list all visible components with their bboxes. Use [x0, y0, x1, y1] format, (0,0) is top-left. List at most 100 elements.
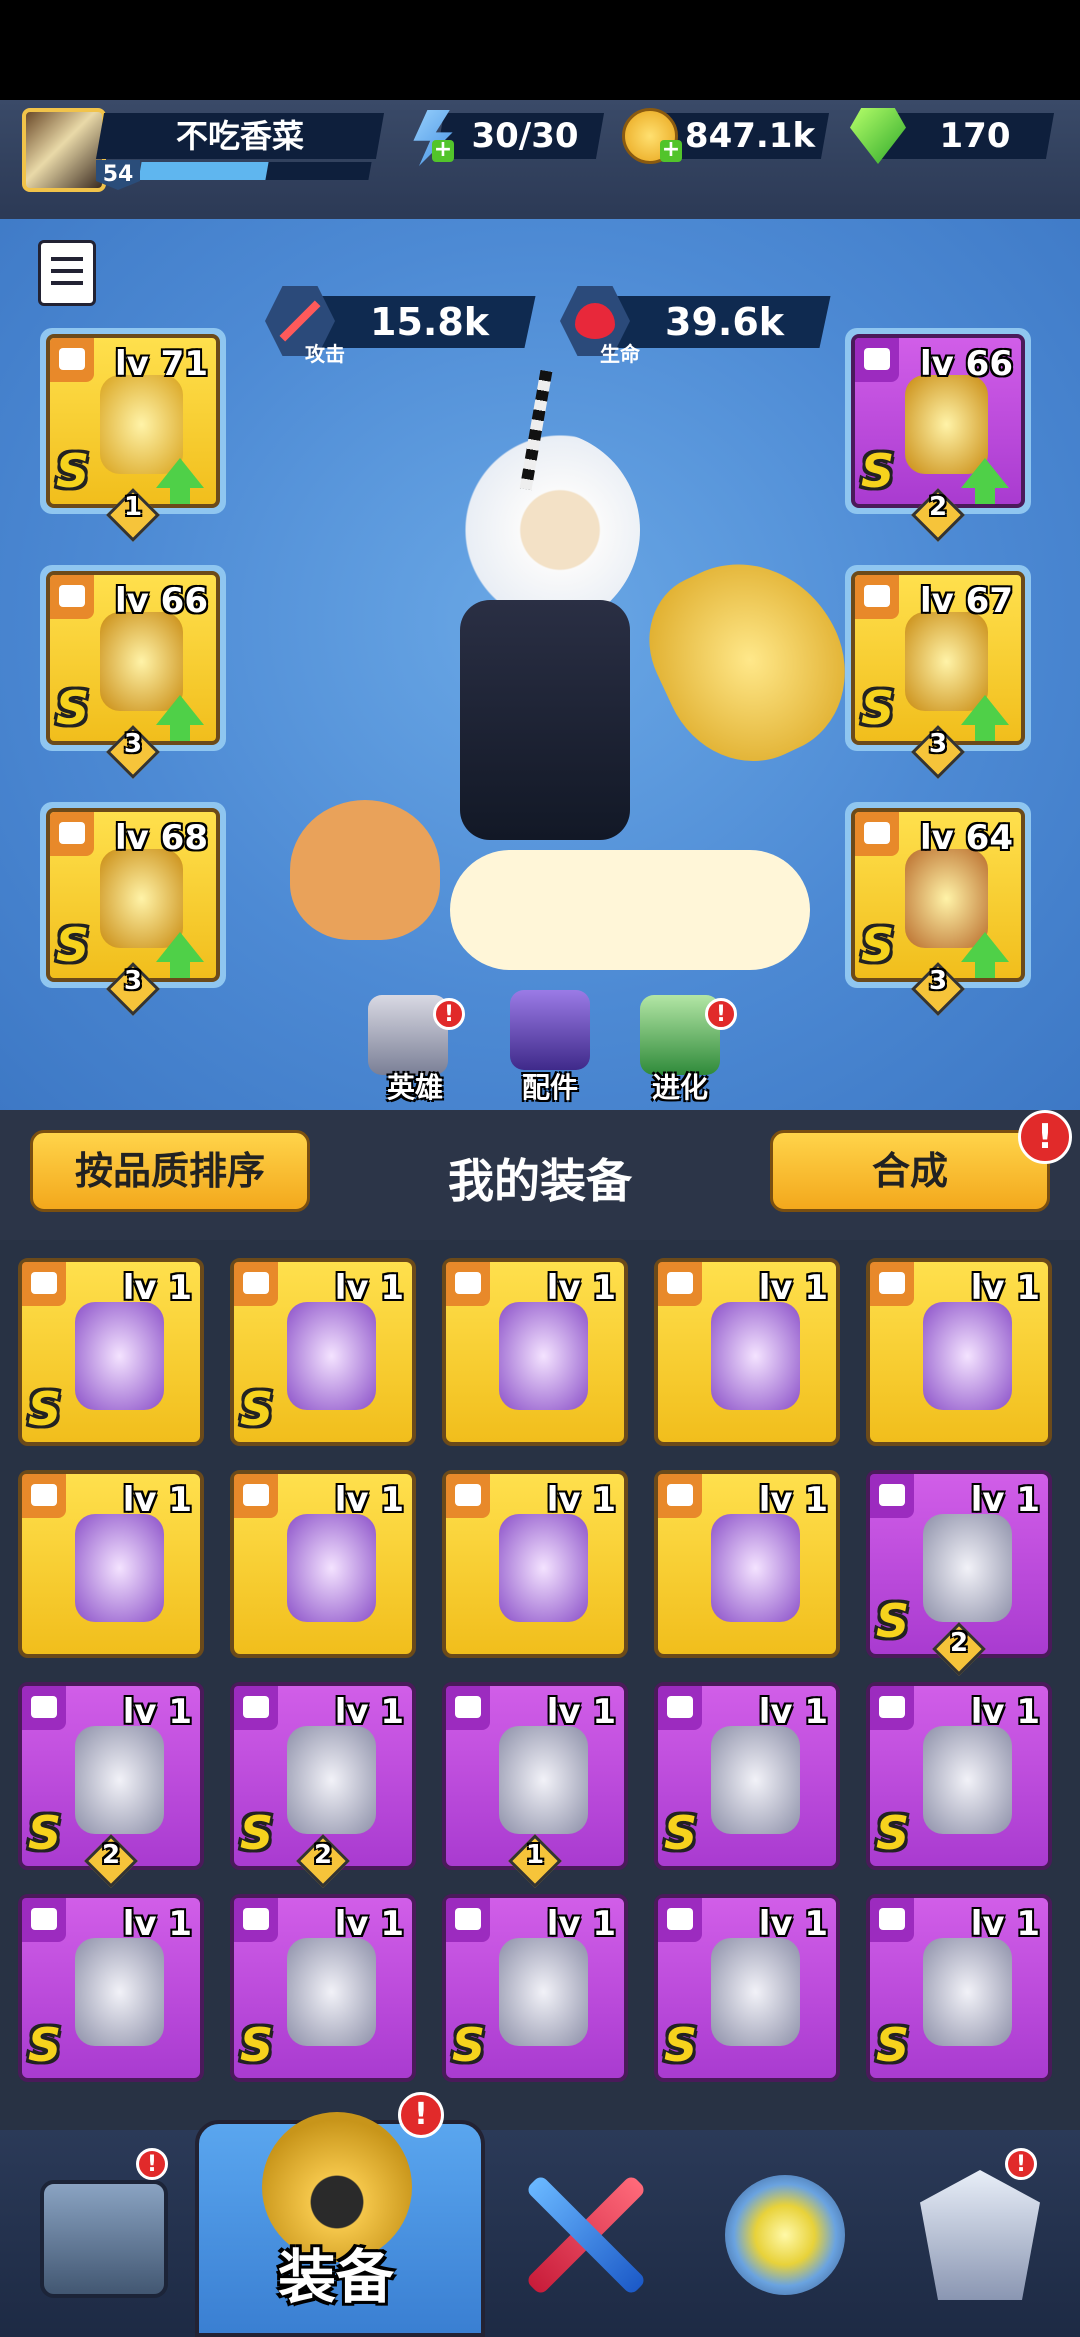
item-level: lv 1	[970, 1692, 1040, 1732]
inventory-item[interactable]: lv 1 1	[442, 1682, 628, 1888]
accessory-tab-icon[interactable]	[510, 990, 590, 1070]
inventory-item[interactable]: lv 1 S	[866, 1894, 1052, 2082]
upgrade-arrow-stem	[170, 721, 190, 741]
item-level: lv 1	[546, 1480, 616, 1520]
nav-equipment-label: 装备	[278, 2243, 395, 2311]
inventory-item[interactable]: lv 1 S	[654, 1894, 840, 2082]
belt-icon	[658, 1474, 702, 1518]
inventory-item[interactable]: lv 1	[442, 1470, 628, 1658]
inventory-item[interactable]: lv 1 S 2	[230, 1682, 416, 1888]
item-level: lv 66	[115, 581, 208, 621]
belt-icon	[234, 1686, 278, 1730]
inventory-item[interactable]: lv 1 S	[654, 1682, 840, 1870]
item-level: lv 66	[920, 344, 1013, 384]
evolve-tab-alert-icon: !	[705, 998, 737, 1030]
hero-tab-label[interactable]: 英雄	[355, 1066, 475, 1106]
item-level: lv 67	[920, 581, 1013, 621]
weapon-icon	[234, 1898, 278, 1942]
hero-tab-alert-icon: !	[433, 998, 465, 1030]
inventory-item[interactable]: lv 1 S	[866, 1682, 1052, 1870]
equip-slot-belt[interactable]: lv 67 S 3	[845, 565, 1031, 779]
helmet-icon	[22, 1686, 66, 1730]
belt-icon	[870, 1898, 914, 1942]
sort-by-quality-button[interactable]: 按品质排序	[30, 1130, 310, 1212]
helmet-icon	[234, 1474, 278, 1518]
item-art	[499, 1301, 589, 1410]
weapon-icon	[50, 338, 94, 382]
item-stars: 2	[928, 492, 948, 522]
slot-frame: lv 67 S	[851, 571, 1025, 745]
treasure-chest-icon[interactable]	[25, 2150, 205, 2330]
item-level: lv 1	[122, 1268, 192, 1308]
item-art	[711, 1937, 801, 2046]
item-level: lv 71	[115, 344, 208, 384]
pet-dog-art	[290, 800, 440, 940]
item-art	[923, 1937, 1013, 2046]
life-label: 生命	[600, 342, 640, 366]
item-grade: S	[664, 2018, 698, 2072]
rank-alert-icon: !	[1005, 2148, 1037, 2180]
weapon-icon	[870, 1262, 914, 1306]
inventory-item[interactable]: lv 1	[18, 1470, 204, 1658]
inventory-item[interactable]: lv 1 S	[18, 1894, 204, 2082]
inventory-item[interactable]: lv 1	[442, 1258, 628, 1446]
item-grade: S	[861, 444, 895, 498]
player-avatar[interactable]	[22, 108, 106, 192]
belt-icon	[855, 575, 899, 619]
item-art	[923, 1725, 1013, 1834]
slot-frame: lv 66 S	[46, 571, 220, 745]
inventory-item[interactable]: lv 1 S	[230, 1894, 416, 2082]
inventory-item[interactable]: lv 1	[654, 1258, 840, 1446]
item-art	[711, 1513, 801, 1622]
slot-frame: lv 68 S	[46, 808, 220, 982]
item-stars: 2	[101, 1840, 121, 1870]
evolve-tab-label[interactable]: 进化	[620, 1066, 740, 1106]
attack-value: 15.8k	[370, 300, 490, 344]
item-art	[75, 1513, 165, 1622]
inventory-grid: lv 1 Slv 1 Slv 1 lv 1 lv 1 lv 1 lv 1 lv 1 lv 1 lv…	[0, 1240, 1080, 2130]
combine-button[interactable]: 合成	[770, 1130, 1050, 1212]
crossed-swords-icon[interactable]	[495, 2150, 675, 2330]
equip-slot-boots[interactable]: lv 64 S 3	[845, 802, 1031, 1016]
weapon-icon	[870, 1686, 914, 1730]
clipboard-icon[interactable]	[38, 240, 96, 306]
equip-slot-helmet[interactable]: lv 66 S 3	[40, 565, 226, 779]
gold-value: 847.1k	[684, 116, 816, 156]
inventory-item[interactable]: lv 1 S	[230, 1258, 416, 1446]
inventory-item[interactable]: lv 1 S	[442, 1894, 628, 2082]
inventory-item[interactable]: lv 1	[654, 1470, 840, 1658]
item-art	[499, 1937, 589, 2046]
item-art	[75, 1937, 165, 2046]
item-level: lv 1	[122, 1692, 192, 1732]
item-art	[499, 1513, 589, 1622]
item-grade: S	[28, 1382, 62, 1436]
energy-add-icon[interactable]: +	[432, 139, 454, 162]
boots-icon	[446, 1686, 490, 1730]
item-grade: S	[56, 681, 90, 735]
accessory-tab-label[interactable]: 配件	[490, 1066, 610, 1106]
gold-add-icon[interactable]: +	[660, 139, 682, 162]
weapon-icon	[22, 1898, 66, 1942]
item-level: lv 1	[758, 1904, 828, 1944]
item-grade: S	[876, 1806, 910, 1860]
item-stars: 3	[928, 729, 948, 759]
shop-alert-icon: !	[136, 2148, 168, 2180]
item-level: lv 1	[546, 1692, 616, 1732]
item-level: lv 68	[115, 818, 208, 858]
item-level: lv 1	[334, 1904, 404, 1944]
item-art	[287, 1513, 377, 1622]
equip-slot-weapon[interactable]: lv 71 S 1	[40, 328, 226, 542]
equip-slot-armor[interactable]: lv 66 S 2	[845, 328, 1031, 542]
inventory-item[interactable]: lv 1	[230, 1470, 416, 1658]
rank-crest-icon[interactable]	[890, 2150, 1070, 2330]
inventory-item[interactable]: lv 1	[866, 1258, 1052, 1446]
inventory-item[interactable]: lv 1 S 2	[866, 1470, 1052, 1676]
inventory-item[interactable]: lv 1 S	[18, 1258, 204, 1446]
helmet-icon	[446, 1898, 490, 1942]
hero-character	[420, 369, 660, 850]
inventory-item[interactable]: lv 1 S 2	[18, 1682, 204, 1888]
xp-bar-fill	[138, 162, 269, 180]
item-stars: 1	[123, 492, 143, 522]
equip-slot-glove[interactable]: lv 68 S 3	[40, 802, 226, 1016]
energy-orb-icon[interactable]	[695, 2150, 875, 2330]
